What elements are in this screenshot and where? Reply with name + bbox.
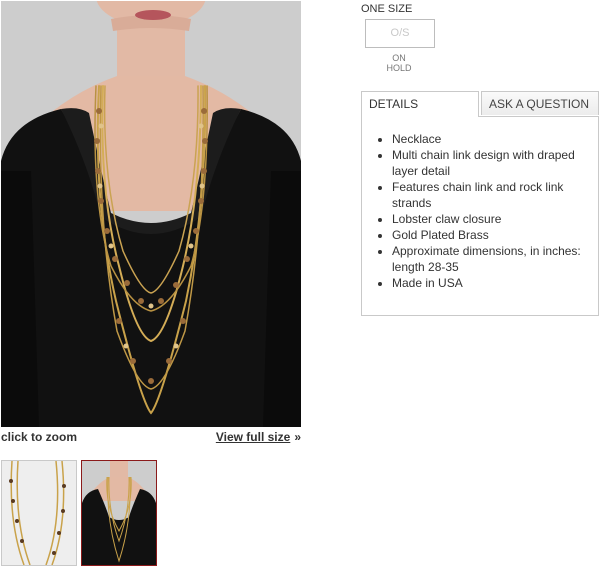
tab-details[interactable]: DETAILS — [361, 91, 479, 117]
necklace-flat-photo — [2, 461, 76, 565]
view-full-size-link[interactable]: View full size » — [216, 430, 301, 444]
list-item: Lobster claw closure — [392, 211, 584, 227]
size-label: ONE SIZE — [361, 3, 413, 15]
list-item: Made in USA — [392, 275, 584, 291]
list-item: Features chain link and rock link strand… — [392, 179, 584, 211]
click-to-zoom-hint: click to zoom — [1, 430, 78, 444]
list-item: Gold Plated Brass — [392, 227, 584, 243]
image-toolbar: click to zoom View full size » — [1, 430, 301, 446]
list-item: Approximate dimensions, in inches: lengt… — [392, 243, 584, 275]
size-status-label: ON HOLD — [386, 53, 412, 73]
product-main-image[interactable] — [1, 1, 301, 427]
tab-ask-a-question[interactable]: ASK A QUESTION — [481, 91, 599, 115]
necklace-model-photo — [1, 1, 301, 427]
thumbnail-necklace-flat[interactable] — [1, 460, 77, 566]
model-wearing-photo — [82, 461, 156, 565]
double-chevron-right-icon: » — [294, 430, 301, 444]
list-item: Necklace — [392, 131, 584, 147]
size-option-button[interactable]: O/S — [365, 19, 435, 48]
details-panel: Necklace Multi chain link design with dr… — [361, 116, 599, 316]
thumbnail-model-wearing[interactable] — [81, 460, 157, 566]
list-item: Multi chain link design with draped laye… — [392, 147, 584, 179]
view-full-size-label[interactable]: View full size — [216, 430, 290, 444]
details-list: Necklace Multi chain link design with dr… — [362, 117, 598, 291]
